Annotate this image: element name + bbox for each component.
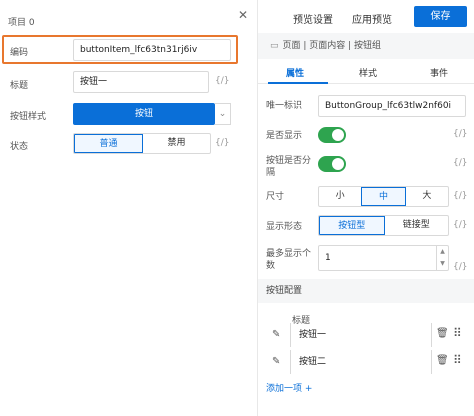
button-style-value: 按钮 [134, 109, 153, 119]
size-option-large[interactable]: 大 [406, 187, 448, 206]
tab-events[interactable]: 事件 [430, 66, 448, 79]
state-option-disabled[interactable]: 禁用 [143, 134, 210, 153]
drag-handle-icon[interactable]: ⠿ [453, 353, 462, 367]
app-preview-link[interactable]: 应用预览 [352, 11, 392, 26]
trash-icon[interactable]: 🗑 [436, 355, 449, 366]
breadcrumb-text: 页面 | 页面内容 | 按钮组 [282, 41, 382, 51]
breadcrumb: ▭ 页面 | 页面内容 | 按钮组 [258, 33, 474, 59]
uid-label: 唯一标识 [266, 101, 303, 111]
button-style-label: 按钮样式 [10, 112, 47, 122]
config-row-title[interactable]: 按钮一 [290, 323, 432, 347]
title-label: 标题 [10, 81, 29, 91]
preview-settings-link[interactable]: 预览设置 [293, 11, 333, 26]
editor-root: 项目 0 ✕ 编码 buttonItem_lfc63tn31rj6iv 标题 按… [0, 0, 474, 416]
drag-handle-icon[interactable]: ⠿ [453, 326, 462, 340]
edit-icon[interactable]: ✎ [272, 329, 284, 341]
title-input[interactable]: 按钮一 [73, 71, 209, 93]
state-option-normal[interactable]: 普通 [74, 134, 143, 153]
max-count-expression-icon[interactable]: {/} [453, 262, 467, 272]
panel-title: 项目 0 [8, 18, 35, 28]
button-config-section-title: 按钮配置 [258, 279, 474, 303]
display-option-button[interactable]: 按钮型 [319, 216, 385, 235]
save-button[interactable]: 保存 [414, 6, 467, 27]
code-label: 编码 [10, 48, 29, 58]
state-expression-icon[interactable]: {/} [215, 138, 229, 148]
max-count-label: 最多显示个数 [266, 249, 312, 271]
property-tabs: 属性 样式 事件 [258, 60, 474, 84]
tab-style[interactable]: 样式 [359, 66, 377, 79]
uid-input[interactable]: ButtonGroup_lfc63tlw2nf60i [318, 95, 466, 117]
code-input[interactable]: buttonItem_lfc63tn31rj6iv [73, 39, 231, 61]
item-config-panel: 项目 0 ✕ 编码 buttonItem_lfc63tn31rj6iv 标题 按… [0, 0, 257, 416]
chevron-down-icon[interactable]: ⌄ [215, 103, 231, 125]
top-actions: 预览设置 应用预览 保存 [258, 0, 474, 32]
page-icon: ▭ [270, 41, 279, 51]
edit-icon[interactable]: ✎ [272, 356, 284, 368]
list-item: ✎ 按钮一 🗑 ⠿ [266, 323, 466, 347]
config-row-title[interactable]: 按钮二 [290, 350, 432, 374]
size-option-small[interactable]: 小 [319, 187, 361, 206]
split-toggle[interactable] [318, 156, 346, 172]
size-segmented: 小 中 大 [318, 186, 449, 207]
active-tab-indicator [268, 82, 328, 84]
title-value: 按钮一 [80, 77, 108, 87]
properties-panel: 预览设置 应用预览 保存 ▭ 页面 | 页面内容 | 按钮组 属性 样式 事件 唯… [258, 0, 474, 416]
size-option-medium[interactable]: 中 [361, 187, 406, 206]
visible-expression-icon[interactable]: {/} [453, 129, 467, 139]
size-expression-icon[interactable]: {/} [453, 191, 467, 201]
number-stepper[interactable]: ▲ ▼ [436, 246, 448, 270]
visible-label: 是否显示 [266, 131, 303, 141]
add-item-button[interactable]: 添加一项 + [266, 381, 312, 394]
display-option-link[interactable]: 链接型 [385, 216, 449, 235]
size-label: 尺寸 [266, 192, 285, 202]
state-segmented: 普通 禁用 [73, 133, 211, 154]
list-item: ✎ 按钮二 🗑 ⠿ [266, 350, 466, 374]
display-segmented: 按钮型 链接型 [318, 215, 449, 236]
button-style-select[interactable]: 按钮 [73, 103, 215, 125]
title-expression-icon[interactable]: {/} [215, 76, 229, 86]
max-count-input[interactable]: 1 ▲ ▼ [318, 245, 449, 271]
tab-properties[interactable]: 属性 [286, 66, 304, 79]
split-expression-icon[interactable]: {/} [453, 158, 467, 168]
close-icon[interactable]: ✕ [236, 8, 250, 22]
max-count-value: 1 [325, 253, 331, 263]
uid-value: ButtonGroup_lfc63tlw2nf60i [325, 101, 452, 111]
code-value: buttonItem_lfc63tn31rj6iv [80, 45, 198, 55]
visible-toggle[interactable] [318, 127, 346, 143]
state-label: 状态 [10, 142, 29, 152]
split-label: 按钮是否分隔 [266, 156, 312, 178]
display-label: 显示形态 [266, 222, 303, 232]
trash-icon[interactable]: 🗑 [436, 328, 449, 339]
display-expression-icon[interactable]: {/} [453, 220, 467, 230]
